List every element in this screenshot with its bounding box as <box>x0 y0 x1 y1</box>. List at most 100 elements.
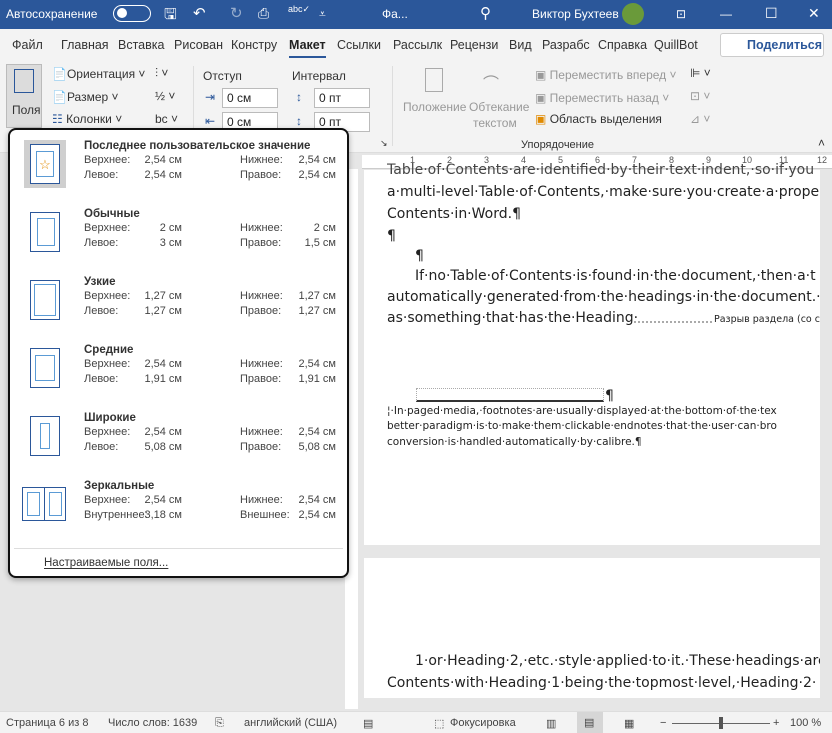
footnote-separator <box>416 388 604 402</box>
margins-option-last-custom[interactable]: ☆ Последнее пользовательское значение Ве… <box>14 134 344 202</box>
ribbon-display-icon[interactable]: ⊡ <box>676 7 686 21</box>
indent-left-input[interactable]: 0 см <box>222 88 278 108</box>
align-icon[interactable]: ⊫ ˅ <box>690 66 711 80</box>
margin-value: Верхнее: <box>84 358 131 370</box>
maximize-icon[interactable]: ☐ <box>765 5 778 22</box>
avatar[interactable] <box>622 3 644 25</box>
position-button[interactable]: Положение <box>403 100 466 114</box>
close-icon[interactable]: ✕ <box>808 5 820 22</box>
send-backward-button[interactable]: ▣ Переместить назад ˅ <box>535 91 669 105</box>
print-preview-icon[interactable]: ⎙ <box>258 5 269 22</box>
share-button[interactable]: Поделиться <box>720 33 824 57</box>
custom-margins-link[interactable]: Настраиваемые поля... <box>44 557 168 569</box>
hyphenation-icon[interactable]: bc ˅ <box>155 112 178 126</box>
search-icon[interactable]: ⚲ <box>480 4 491 22</box>
tab-review[interactable]: Рецензи <box>450 38 498 52</box>
margin-value: 2,54 см <box>298 169 336 181</box>
tab-references[interactable]: Ссылки <box>337 38 381 52</box>
word-count[interactable]: Число слов: 1639 <box>108 717 197 729</box>
size-button[interactable]: 📄Размер ˅ <box>52 90 119 104</box>
focus-button[interactable]: Фокусировка <box>450 717 516 729</box>
wrap-text-button[interactable]: Обтекание <box>469 100 529 114</box>
margin-value: Нижнее: <box>240 494 283 506</box>
autosave-label: Автосохранение <box>6 7 98 21</box>
status-bar: Страница 6 из 8 Число слов: 1639 ⎘ англи… <box>0 711 832 733</box>
bring-forward-button[interactable]: ▣ Переместить вперед ˅ <box>535 68 677 82</box>
margin-value: Правое: <box>240 373 282 385</box>
minimize-icon[interactable]: — <box>720 7 732 21</box>
tab-design[interactable]: Констру <box>231 38 277 52</box>
file-name[interactable]: Фа... <box>382 7 408 21</box>
margin-value: 1,5 см <box>304 237 336 249</box>
margins-option-mirrored[interactable]: Зеркальные Верхнее: 2,54 см Нижнее: 2,54 см В… <box>14 474 344 542</box>
accessibility-icon[interactable]: ▤ <box>363 717 373 730</box>
zoom-out-button[interactable]: − <box>660 717 666 729</box>
margins-option-moderate[interactable]: Средние Верхнее: 2,54 см Нижнее: 2,54 см Лево… <box>14 338 344 406</box>
save-icon[interactable]: 🖫 <box>164 4 177 29</box>
focus-icon[interactable]: ⬚ <box>434 717 444 730</box>
undo-icon[interactable]: ↶ <box>193 4 206 22</box>
user-name[interactable]: Виктор Бухтеев <box>532 7 619 21</box>
redo-icon[interactable]: ↻ <box>230 4 243 22</box>
margins-button[interactable]: Поля <box>6 64 42 128</box>
tab-draw[interactable]: Рисован <box>174 38 223 52</box>
margins-option-wide[interactable]: Широкие Верхнее: 2,54 см Нижнее: 2,54 см Лево… <box>14 406 344 474</box>
web-layout-icon[interactable]: ▦ <box>624 717 634 730</box>
selection-pane-button[interactable]: ▣ Область выделения <box>535 112 662 126</box>
vertical-scrollbar[interactable] <box>820 170 832 710</box>
zoom-level[interactable]: 100 % <box>790 717 821 729</box>
tab-layout[interactable]: Макет <box>289 38 326 58</box>
paragraph-dialog-launcher[interactable]: ↘ <box>380 138 388 149</box>
margins-option-normal[interactable]: Обычные Верхнее: 2 см Нижнее: 2 см Левое: 3 см… <box>14 202 344 270</box>
read-mode-icon[interactable]: ▥ <box>546 717 556 730</box>
title-bar: Автосохранение 🖫 ↶ ↻ ⎙ abc✓ ⩡ Фа... ⚲ Ви… <box>0 0 832 29</box>
proofing-icon[interactable]: ⎘ <box>215 717 224 730</box>
tab-developer[interactable]: Разрабс <box>542 38 590 52</box>
bring-forward-label: Переместить вперед <box>549 68 667 82</box>
zoom-in-button[interactable]: + <box>773 717 779 729</box>
arrange-group-label: Упорядочение <box>521 139 594 151</box>
margin-value: 3,18 см <box>144 509 182 521</box>
tab-home[interactable]: Главная <box>61 38 109 52</box>
orientation-button[interactable]: 📄Ориентация ˅ <box>52 67 145 81</box>
margin-value: Нижнее: <box>240 222 283 234</box>
document-page[interactable]: Table·of·Contents·are·identified·by·thei… <box>364 162 820 545</box>
tab-help[interactable]: Справка <box>598 38 647 52</box>
customize-toolbar-icon[interactable]: ⩡ <box>319 7 326 22</box>
margin-value: Правое: <box>240 305 282 317</box>
tab-file[interactable]: Файл <box>12 38 43 52</box>
margins-option-narrow[interactable]: Узкие Верхнее: 1,27 см Нижнее: 1,27 см Левое:… <box>14 270 344 338</box>
margins-label: Поля <box>12 103 41 117</box>
breaks-icon[interactable]: ⫶ ˅ <box>155 66 168 81</box>
autosave-toggle[interactable] <box>113 5 151 22</box>
line-numbers-icon[interactable]: ½ ˅ <box>155 89 175 103</box>
tab-insert[interactable]: Вставка <box>118 38 164 52</box>
spelling-icon[interactable]: abc✓ <box>288 4 310 15</box>
doc-line: If·no·Table·of·Contents·is·found·in·the·… <box>415 268 816 284</box>
zoom-slider-thumb[interactable] <box>719 717 723 729</box>
indent-label: Отступ <box>203 69 242 83</box>
rotate-icon[interactable]: ⊿ ˅ <box>690 112 710 126</box>
margin-value: 3 см <box>159 237 182 249</box>
page-indicator[interactable]: Страница 6 из 8 <box>6 717 88 729</box>
columns-button[interactable]: ☷ Колонки ˅ <box>52 112 122 126</box>
spacing-label: Интервал <box>292 69 346 83</box>
margin-value: 1,27 см <box>144 290 182 302</box>
tab-quillbot[interactable]: QuillBot <box>654 38 698 52</box>
print-layout-icon[interactable]: ▤ <box>577 712 603 733</box>
margins-preview-icon <box>24 344 66 392</box>
language-indicator[interactable]: английский (США) <box>244 717 337 729</box>
collapse-ribbon-icon[interactable]: ˄ <box>818 136 825 150</box>
pilcrow: ¶ <box>605 388 614 404</box>
star-icon: ☆ <box>36 151 54 177</box>
spacing-before-input[interactable]: 0 пт <box>314 88 370 108</box>
document-page[interactable]: 1·or·Heading·2,·etc.·style·applied·to·it… <box>364 558 820 698</box>
margin-value: 1,91 см <box>144 373 182 385</box>
tab-mailings[interactable]: Рассылк <box>393 38 442 52</box>
margin-value: 2,54 см <box>144 358 182 370</box>
tab-view[interactable]: Вид <box>509 38 532 52</box>
margin-value: 1,27 см <box>298 305 336 317</box>
columns-label: Колонки <box>66 112 112 126</box>
share-label: Поделиться <box>747 38 823 52</box>
group-icon[interactable]: ⊡ ˅ <box>690 89 710 103</box>
